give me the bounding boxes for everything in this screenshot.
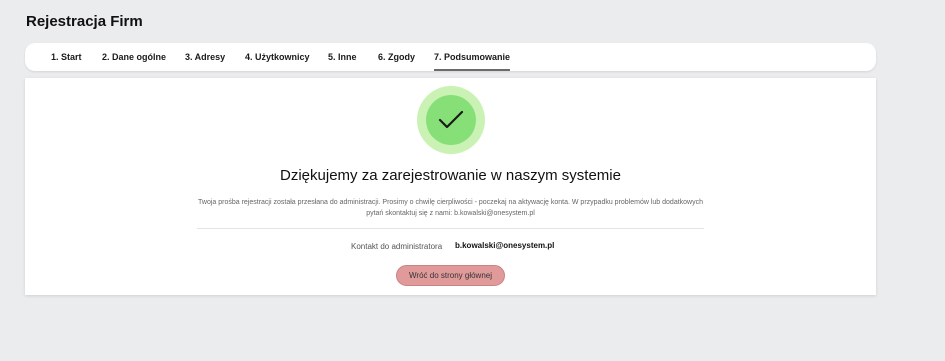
page-title: Rejestracja Firm bbox=[26, 13, 143, 30]
step-addresses[interactable]: 3. Adresy bbox=[185, 52, 225, 62]
checkmark-icon bbox=[438, 110, 464, 129]
contact-email: b.kowalski@onesystem.pl bbox=[455, 241, 555, 250]
divider bbox=[197, 228, 704, 229]
step-summary[interactable]: 7. Podsumowanie bbox=[434, 52, 511, 71]
step-other[interactable]: 5. Inne bbox=[328, 52, 357, 62]
step-users[interactable]: 4. Użytkownicy bbox=[245, 52, 310, 62]
contact-label: Kontakt do administratora bbox=[351, 242, 443, 251]
back-to-home-button[interactable]: Wróć do strony głównej bbox=[396, 265, 505, 286]
confirmation-message: Twoja prośba rejestracji została przesła… bbox=[198, 199, 703, 217]
success-badge-inner bbox=[426, 95, 476, 145]
summary-card: Dziękujemy za zarejestrowanie w naszym s… bbox=[25, 78, 876, 295]
step-general-data[interactable]: 2. Dane ogólne bbox=[102, 52, 166, 62]
step-consents[interactable]: 6. Zgody bbox=[378, 52, 415, 62]
thank-you-heading: Dziękujemy za zarejestrowanie w naszym s… bbox=[280, 167, 621, 184]
step-start[interactable]: 1. Start bbox=[51, 52, 82, 62]
success-badge bbox=[417, 86, 485, 154]
registration-stepper: 1. Start 2. Dane ogólne 3. Adresy 4. Uży… bbox=[25, 43, 876, 71]
